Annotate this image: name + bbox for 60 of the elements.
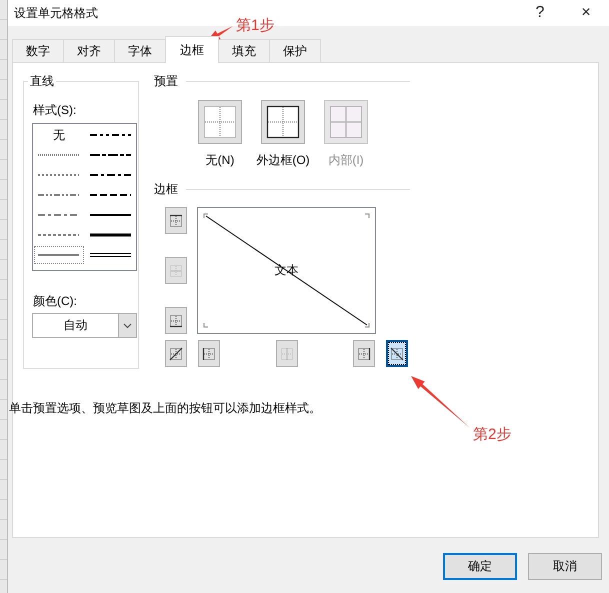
- bottom-border-icon: [169, 314, 183, 328]
- tab[interactable]: 边框: [165, 36, 219, 63]
- border-button[interactable]: [165, 207, 187, 234]
- outline-grid-icon: [266, 105, 300, 139]
- corner-mark: [204, 322, 208, 328]
- chevron-down-icon: [123, 322, 132, 328]
- corner-mark: [364, 322, 370, 328]
- border-button[interactable]: [353, 340, 375, 367]
- tab[interactable]: 数字: [12, 39, 64, 63]
- line-sample-icon: [90, 232, 131, 238]
- line-sample-icon: [38, 152, 80, 158]
- inner-grid-icon: [329, 105, 363, 139]
- border-button[interactable]: [165, 340, 187, 367]
- border-button[interactable]: [198, 340, 220, 367]
- annotation-text: 第2步: [473, 425, 512, 444]
- dialog-button[interactable]: 确定: [443, 553, 517, 580]
- line-sample-icon: [38, 172, 80, 178]
- diagonal-down-border-icon: [390, 346, 404, 360]
- color-dropdown[interactable]: 自动: [32, 313, 137, 338]
- preset-button[interactable]: [261, 100, 305, 144]
- border-button[interactable]: [165, 307, 187, 334]
- close-button[interactable]: ×: [563, 4, 609, 22]
- window-title: 设置单元格格式: [14, 4, 99, 22]
- annotation-arrow: [411, 376, 470, 428]
- line-sample-icon: [38, 212, 80, 218]
- line-sample-icon: [90, 152, 131, 158]
- preset-label: 无(N): [206, 152, 234, 169]
- line-style-option[interactable]: 无: [33, 125, 84, 145]
- line-sample-icon: [90, 192, 131, 198]
- diagonal-up-border-icon: [169, 346, 183, 360]
- style-label: 样式(S):: [33, 102, 76, 119]
- section-title: 预置: [154, 73, 178, 90]
- border-preview[interactable]: 文本: [197, 207, 376, 334]
- preset-label: 外边框(O): [256, 152, 310, 169]
- inner-vertical-border-icon: [280, 346, 294, 360]
- line-sample-icon: [90, 252, 131, 258]
- preview-text: 文本: [274, 262, 298, 279]
- color-label: 颜色(C):: [33, 293, 77, 310]
- help-button[interactable]: ?: [517, 4, 563, 22]
- line-sample-icon: [38, 252, 80, 258]
- inner-horizontal-border-icon: [169, 264, 183, 278]
- tab[interactable]: 保护: [269, 39, 321, 63]
- line-sample-icon: [90, 132, 131, 138]
- left-border-icon: [202, 346, 216, 360]
- hint-text: 单击预置选项、预览草图及上面的按钮可以添加边框样式。: [9, 400, 321, 417]
- line-sample-icon: [38, 192, 80, 198]
- line-sample-icon: [38, 232, 80, 238]
- top-border-icon: [169, 214, 183, 228]
- annotation-text: 第1步: [236, 16, 274, 35]
- corner-mark: [364, 214, 370, 218]
- dotted-grid-icon: [203, 105, 237, 139]
- line-sample-icon: [90, 172, 131, 178]
- line-style-option[interactable]: [33, 245, 84, 265]
- border-button[interactable]: [386, 340, 408, 367]
- preset-label: 内部(I): [328, 152, 364, 169]
- dialog-button[interactable]: 取消: [528, 553, 602, 580]
- corner-mark: [204, 214, 208, 218]
- section-title: 边框: [154, 181, 178, 198]
- right-border-icon: [357, 346, 371, 360]
- line-sample-icon: [90, 212, 131, 218]
